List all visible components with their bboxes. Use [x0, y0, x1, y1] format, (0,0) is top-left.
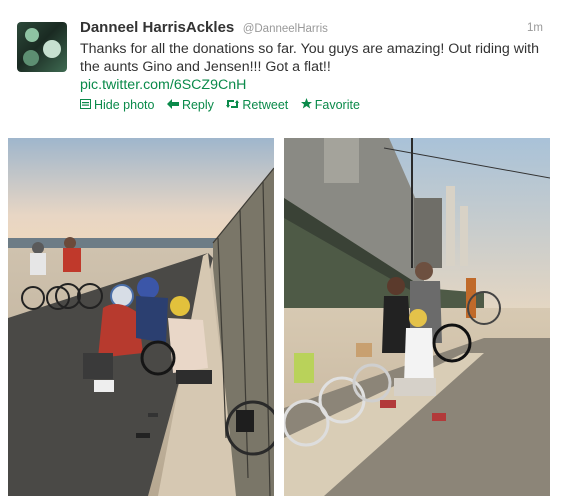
reply-arrow-icon	[166, 99, 179, 112]
favorite-button[interactable]: Favorite	[300, 98, 360, 112]
retweet-label: Retweet	[242, 98, 289, 112]
star-icon	[300, 98, 312, 112]
avatar[interactable]	[17, 22, 67, 72]
author-name[interactable]: Danneel HarrisAckles	[80, 19, 234, 36]
tweet-photo-left[interactable]	[8, 138, 274, 496]
tweet-actions: Hide photo Reply Retweet Favorite	[80, 98, 369, 112]
retweet-icon	[226, 99, 240, 112]
reply-button[interactable]: Reply	[166, 98, 214, 112]
tweet-timestamp[interactable]: 1m	[527, 22, 543, 34]
tweet-body: Thanks for all the donations so far. You…	[80, 40, 550, 94]
author-handle[interactable]: @DanneelHarris	[243, 23, 328, 35]
tweet-text: Thanks for all the donations so far. You…	[80, 41, 539, 75]
favorite-label: Favorite	[314, 98, 360, 112]
hide-photo-label: Hide photo	[94, 98, 155, 112]
tweet-photo-right[interactable]	[284, 138, 550, 496]
photo-icon	[80, 99, 91, 112]
retweet-button[interactable]: Retweet	[226, 98, 288, 112]
tweet-header: Danneel HarrisAckles @DanneelHarris 1m	[80, 19, 545, 37]
reply-label: Reply	[181, 98, 214, 112]
tweet-photo-link[interactable]: pic.twitter.com/6SCZ9CnH	[80, 76, 550, 94]
hide-photo-button[interactable]: Hide photo	[80, 98, 154, 112]
